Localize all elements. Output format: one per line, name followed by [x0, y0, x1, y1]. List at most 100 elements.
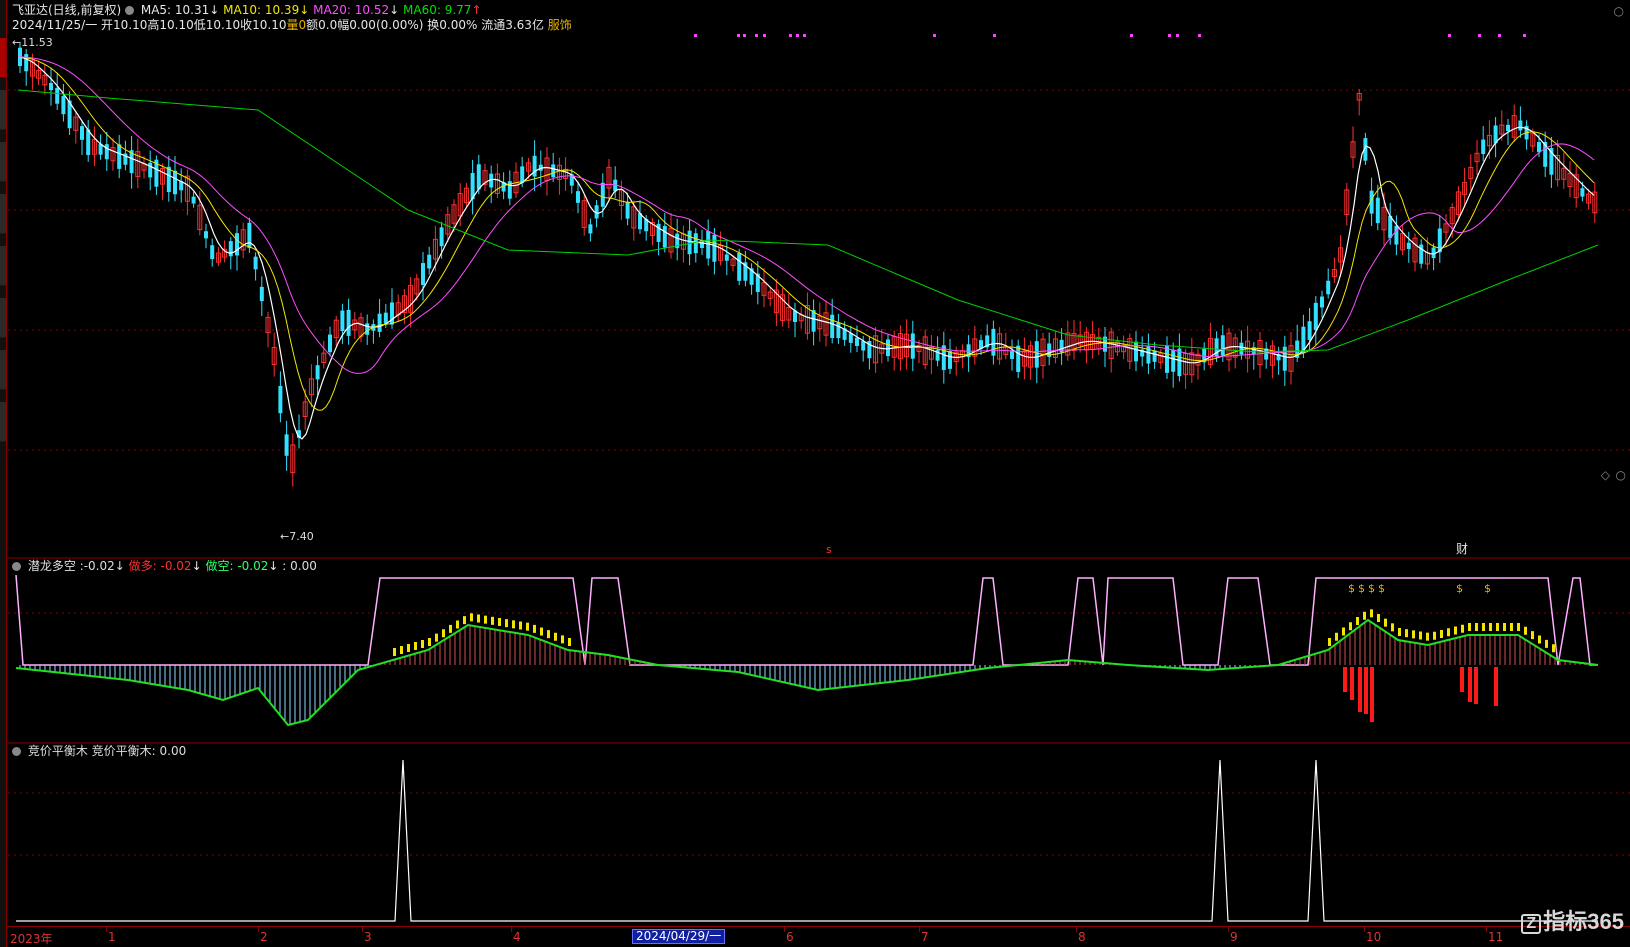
- signal-dot: [1176, 34, 1179, 37]
- candle-body: [365, 323, 370, 335]
- candle-body: [148, 162, 153, 178]
- left-tab-strip[interactable]: [0, 0, 7, 947]
- yellow-signal-tick: [1482, 623, 1485, 631]
- candle-body: [991, 328, 996, 356]
- yellow-signal-tick: [1426, 632, 1429, 641]
- yellow-signal-tick: [519, 621, 522, 630]
- red-signal-bar: [1350, 667, 1354, 700]
- jingjia-line: [16, 759, 1598, 922]
- panel2-zuoduo-arrow: ↓: [191, 559, 202, 573]
- candle-body: [855, 337, 859, 347]
- left-tab[interactable]: [0, 142, 6, 182]
- signal-dot: [694, 34, 697, 37]
- settings-dot-icon[interactable]: [125, 6, 135, 15]
- left-tab[interactable]: [0, 246, 6, 286]
- red-signal-bar: [1468, 667, 1472, 702]
- candle-body: [1282, 346, 1287, 371]
- yellow-signal-tick: [1524, 626, 1527, 635]
- kline-chart-area[interactable]: $ $ $ $ $ $ 飞亚达(日线,前复权) MA5: 10.31↓ MA10: 10.…: [8, 0, 1630, 947]
- axis-month-label: 6: [786, 930, 794, 944]
- axis-month-label: 7: [921, 930, 929, 944]
- axis-tick: [106, 927, 107, 932]
- panel2-value: :-0.02: [79, 559, 115, 573]
- panel2-name[interactable]: 潜龙多空: [28, 559, 76, 573]
- red-signal-bar: [1364, 667, 1368, 714]
- ma60-arrow: ↑: [471, 3, 482, 17]
- candle-body: [284, 434, 289, 456]
- settings-dot-icon[interactable]: [12, 562, 21, 571]
- axis-tick: [511, 927, 512, 932]
- ma60-label: MA60: 9.77: [403, 3, 472, 17]
- yellow-signal-tick: [554, 632, 557, 641]
- left-tab[interactable]: [0, 298, 6, 338]
- candle-body: [259, 286, 264, 302]
- date-axis[interactable]: 2023年 1 2 3 4 6 7 8 9 10 11 2024/04/29/一: [8, 926, 1630, 947]
- left-tab[interactable]: [0, 350, 6, 390]
- yellow-signal-tick: [526, 622, 529, 631]
- yellow-signal-tick: [428, 638, 431, 646]
- left-tab[interactable]: [0, 90, 6, 130]
- yellow-signal-tick: [407, 644, 410, 652]
- candle-body: [427, 254, 432, 269]
- industry-label[interactable]: 服饰: [548, 18, 572, 32]
- money-bag-icon: $: [1378, 582, 1385, 595]
- candle-body: [80, 126, 84, 140]
- candle-body: [86, 129, 91, 156]
- yellow-signal-tick: [1433, 631, 1436, 640]
- circle-icon[interactable]: ○: [1616, 468, 1626, 482]
- money-bag-icon: $: [1456, 582, 1463, 595]
- candle-body: [693, 233, 698, 254]
- ma5-line: [17, 56, 1595, 440]
- brand-watermark: Z 指标365: [1521, 904, 1624, 936]
- left-tab-active[interactable]: [0, 38, 6, 78]
- yellow-signal-tick: [449, 624, 452, 633]
- signal-dot: [933, 34, 936, 37]
- yellow-signal-tick: [512, 620, 515, 629]
- candle-body: [235, 233, 239, 256]
- money-bag-icon: $: [1348, 582, 1355, 595]
- yellow-signal-tick: [442, 629, 445, 638]
- yellow-signal-tick: [484, 615, 487, 624]
- diamond-icon[interactable]: ◇: [1601, 468, 1610, 482]
- signal-dot: [743, 34, 746, 37]
- candle-body: [1326, 280, 1331, 295]
- yellow-signal-tick: [1419, 631, 1422, 640]
- candle-body: [520, 166, 525, 184]
- candle-body: [228, 241, 233, 257]
- chart-canvas[interactable]: $ $ $ $ $ $: [8, 0, 1630, 926]
- signal-dot: [1130, 34, 1133, 37]
- axis-month-label: 8: [1078, 930, 1086, 944]
- candle-body: [1152, 350, 1157, 362]
- candle-body: [625, 201, 630, 219]
- red-signal-bar: [1460, 667, 1464, 692]
- money-bag-icon: $: [1368, 582, 1375, 595]
- yellow-signal-tick: [1405, 629, 1408, 638]
- axis-tick: [1228, 927, 1229, 932]
- candle-body: [49, 82, 53, 91]
- yellow-signal-tick: [414, 642, 417, 650]
- event-s-mark[interactable]: s: [826, 543, 832, 557]
- panel3-name[interactable]: 竞价平衡木: [28, 744, 88, 758]
- event-cai-mark[interactable]: 财: [1456, 542, 1468, 556]
- stock-name[interactable]: 飞亚达(日线,前复权): [12, 3, 121, 17]
- axis-month-label: 4: [513, 930, 521, 944]
- yellow-signal-tick: [470, 613, 473, 622]
- yellow-signal-tick: [1328, 638, 1331, 646]
- signal-dot: [1198, 34, 1201, 37]
- yellow-signal-tick: [477, 614, 480, 623]
- yellow-signal-tick: [561, 635, 564, 644]
- yellow-signal-tick: [1531, 631, 1534, 640]
- candle-body: [1320, 296, 1324, 308]
- panel3-header: 竞价平衡木 竞价平衡木: 0.00: [12, 744, 186, 758]
- left-tab[interactable]: [0, 402, 6, 442]
- left-tab[interactable]: [0, 194, 6, 234]
- yellow-signal-tick: [1503, 623, 1506, 631]
- close-value: 收10.10: [240, 18, 287, 32]
- yellow-signal-tick: [1440, 630, 1443, 638]
- candle-body: [104, 144, 109, 160]
- candle-body: [861, 340, 866, 351]
- settings-dot-icon[interactable]: [12, 747, 21, 756]
- circle-icon[interactable]: ○: [1614, 4, 1624, 18]
- panel2-extra: : 0.00: [282, 559, 317, 573]
- candle-body: [1580, 188, 1585, 197]
